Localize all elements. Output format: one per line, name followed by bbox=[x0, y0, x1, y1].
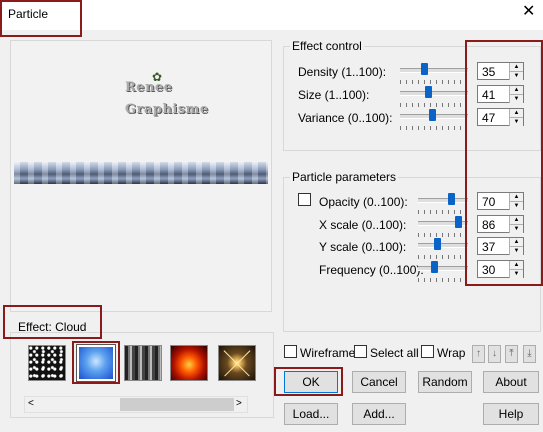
cancel-button[interactable]: Cancel bbox=[352, 371, 406, 393]
variance-slider-thumb[interactable] bbox=[428, 109, 436, 121]
spin-up-icon[interactable]: ▲ bbox=[509, 238, 523, 246]
select-all-label: Select all bbox=[370, 346, 419, 360]
move-up-arrow-icon[interactable]: ↑ bbox=[472, 345, 485, 363]
yscale-ticks bbox=[418, 255, 468, 259]
yscale-slider[interactable] bbox=[418, 243, 468, 248]
spin-up-icon[interactable]: ▲ bbox=[509, 63, 523, 71]
spin-up-icon[interactable]: ▲ bbox=[509, 86, 523, 94]
effect-control-title: Effect control bbox=[290, 39, 364, 53]
density-value: 35 bbox=[482, 65, 496, 79]
effect-thumbnail-stars[interactable] bbox=[28, 345, 66, 381]
move-down-arrow-icon[interactable]: ↓ bbox=[488, 345, 501, 363]
particle-parameters-title: Particle parameters bbox=[290, 170, 399, 184]
spin-up-icon[interactable]: ▲ bbox=[509, 193, 523, 201]
density-slider[interactable] bbox=[400, 68, 468, 73]
about-button[interactable]: About bbox=[483, 371, 539, 393]
scroll-left-arrow-icon[interactable]: < bbox=[28, 398, 34, 409]
variance-spinbox[interactable]: 47 ▲ ▼ bbox=[477, 108, 524, 126]
frequency-slider[interactable] bbox=[418, 266, 468, 271]
effect-thumbnail-streaks[interactable] bbox=[124, 345, 162, 381]
help-button[interactable]: Help bbox=[483, 403, 539, 425]
size-spinbox[interactable]: 41 ▲ ▼ bbox=[477, 85, 524, 103]
wrap-checkbox[interactable] bbox=[421, 345, 434, 358]
opacity-spinbox[interactable]: 70 ▲ ▼ bbox=[477, 192, 524, 210]
yscale-spinbox[interactable]: 37 ▲ ▼ bbox=[477, 237, 524, 255]
spin-down-icon[interactable]: ▼ bbox=[509, 246, 523, 255]
xscale-label: X scale (0..100): bbox=[319, 218, 407, 232]
opacity-slider[interactable] bbox=[418, 198, 468, 203]
density-label: Density (1..100): bbox=[298, 65, 387, 79]
spin-down-icon[interactable]: ▼ bbox=[509, 71, 523, 80]
effect-thumbnail-starburst[interactable] bbox=[218, 345, 256, 381]
add-button[interactable]: Add... bbox=[352, 403, 406, 425]
opacity-checkbox[interactable] bbox=[298, 193, 311, 206]
logo-text-line2: Graphisme bbox=[125, 102, 209, 117]
spin-down-icon[interactable]: ▼ bbox=[509, 117, 523, 126]
opacity-value: 70 bbox=[482, 195, 496, 209]
yscale-slider-thumb[interactable] bbox=[433, 238, 441, 250]
spin-down-icon[interactable]: ▼ bbox=[509, 94, 523, 103]
size-label: Size (1..100): bbox=[298, 88, 370, 102]
xscale-ticks bbox=[418, 233, 468, 237]
xscale-spinbox[interactable]: 86 ▲ ▼ bbox=[477, 215, 524, 233]
spin-up-icon[interactable]: ▲ bbox=[509, 109, 523, 117]
yscale-value: 37 bbox=[482, 240, 496, 254]
spin-up-icon[interactable]: ▲ bbox=[509, 261, 523, 269]
spin-down-icon[interactable]: ▼ bbox=[509, 201, 523, 210]
scrollbar-thumb[interactable] bbox=[120, 398, 234, 411]
variance-label: Variance (0..100): bbox=[298, 111, 393, 125]
wireframe-checkbox[interactable] bbox=[284, 345, 297, 358]
variance-value: 47 bbox=[482, 111, 496, 125]
window-title: Particle bbox=[8, 7, 49, 21]
density-spinbox[interactable]: 35 ▲ ▼ bbox=[477, 62, 524, 80]
move-top-arrow-icon[interactable]: ⤒ bbox=[505, 345, 518, 363]
spin-down-icon[interactable]: ▼ bbox=[509, 224, 523, 233]
yscale-label: Y scale (0..100): bbox=[319, 240, 407, 254]
size-slider[interactable] bbox=[400, 91, 468, 96]
frequency-ticks bbox=[418, 278, 468, 282]
spin-down-icon[interactable]: ▼ bbox=[509, 269, 523, 278]
logo-text-line1: Renee bbox=[125, 80, 173, 95]
size-slider-thumb[interactable] bbox=[425, 86, 432, 98]
wrap-label: Wrap bbox=[437, 346, 466, 360]
size-value: 41 bbox=[482, 88, 496, 102]
spin-up-icon[interactable]: ▲ bbox=[509, 216, 523, 224]
xscale-value: 86 bbox=[482, 218, 496, 232]
frequency-label: Frequency (0..100): bbox=[319, 263, 424, 277]
random-button[interactable]: Random bbox=[418, 371, 472, 393]
title-bar bbox=[0, 0, 543, 30]
select-all-checkbox[interactable] bbox=[354, 345, 367, 358]
opacity-slider-thumb[interactable] bbox=[448, 193, 456, 205]
opacity-ticks bbox=[418, 210, 468, 214]
xscale-slider-thumb[interactable] bbox=[454, 216, 462, 228]
move-bottom-arrow-icon[interactable]: ⤓ bbox=[523, 345, 536, 363]
close-icon[interactable]: ✕ bbox=[522, 4, 535, 20]
frequency-spinbox[interactable]: 30 ▲ ▼ bbox=[477, 260, 524, 278]
preview-image-strip bbox=[14, 162, 268, 184]
effect-thumbnail-cloud[interactable] bbox=[76, 344, 116, 382]
opacity-label: Opacity (0..100): bbox=[319, 195, 408, 209]
size-ticks bbox=[400, 103, 468, 107]
variance-ticks bbox=[400, 126, 468, 130]
density-slider-thumb[interactable] bbox=[421, 63, 429, 75]
wireframe-label: Wireframe bbox=[300, 346, 356, 360]
scroll-right-arrow-icon[interactable]: > bbox=[236, 398, 242, 409]
ok-button[interactable]: OK bbox=[284, 371, 338, 393]
effect-thumbnail-fire[interactable] bbox=[170, 345, 208, 381]
density-ticks bbox=[400, 80, 468, 84]
load-button[interactable]: Load... bbox=[284, 403, 338, 425]
frequency-slider-thumb[interactable] bbox=[430, 261, 438, 273]
frequency-value: 30 bbox=[482, 263, 496, 277]
